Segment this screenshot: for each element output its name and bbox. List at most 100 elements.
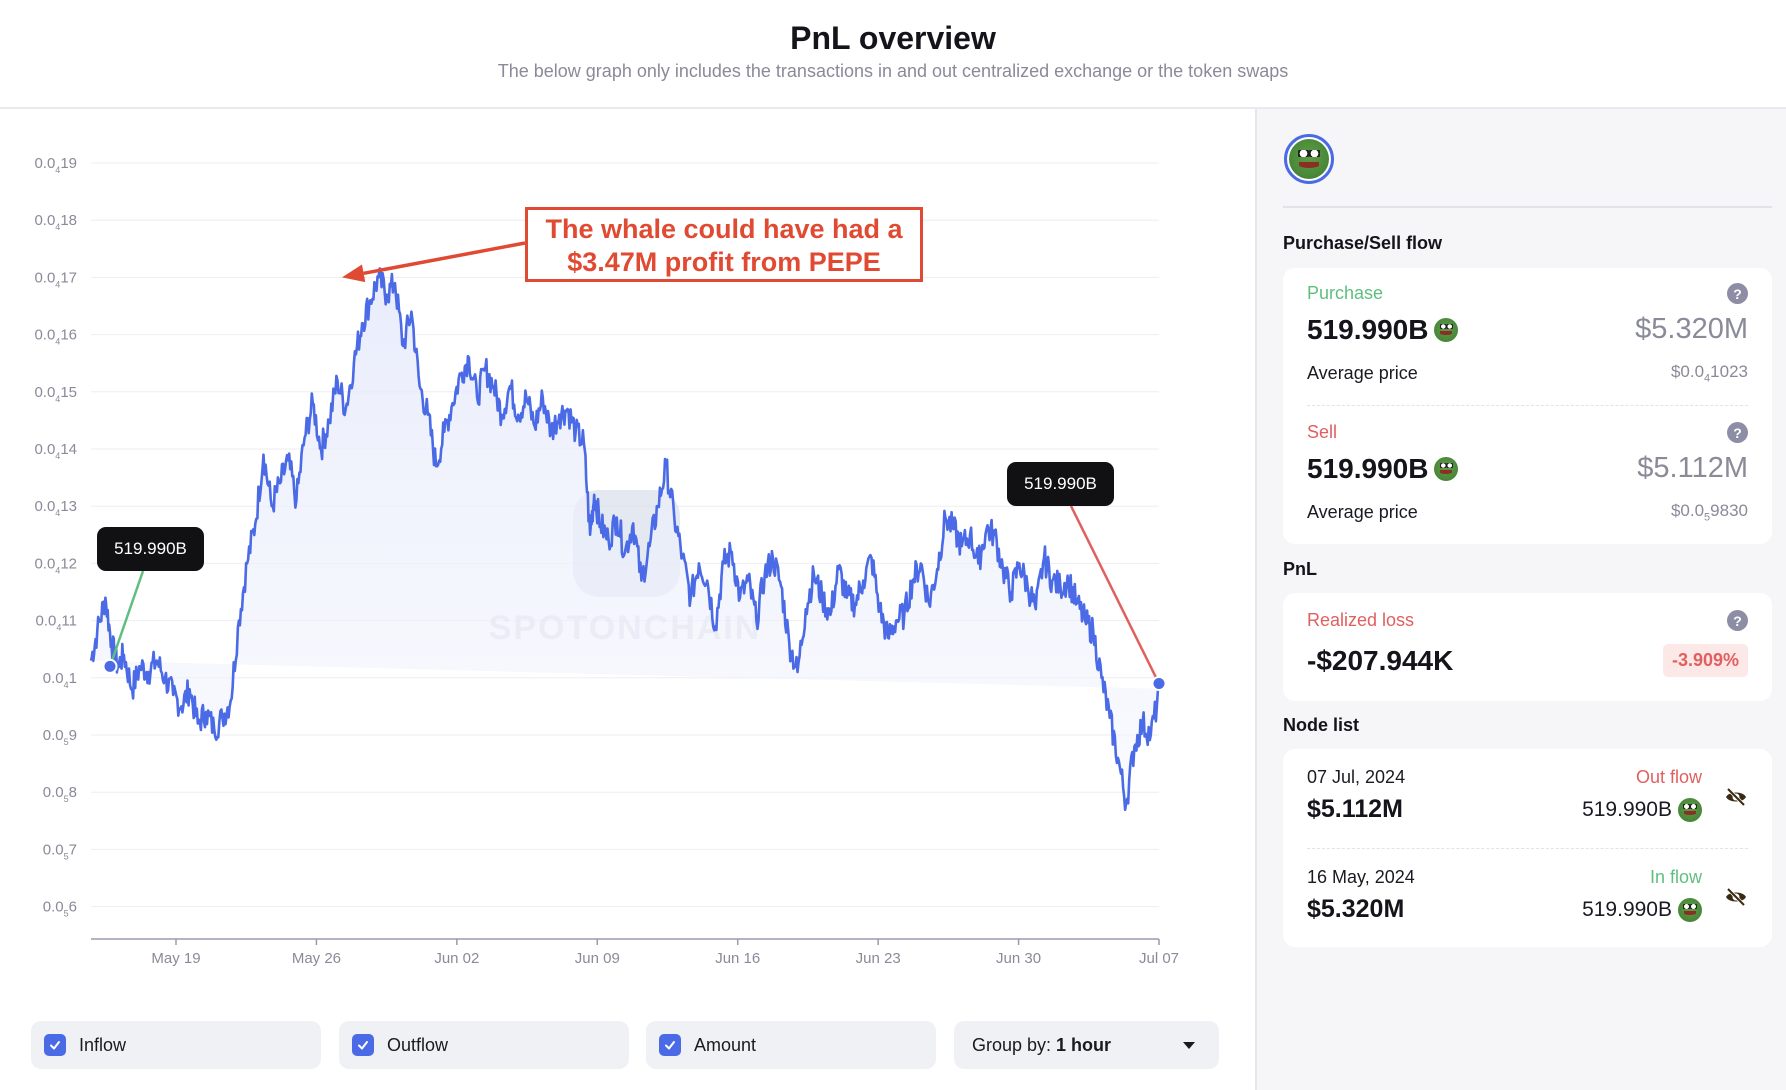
sell-label: Sell <box>1307 422 1338 442</box>
y-tick-label: 0.059 <box>43 727 77 747</box>
inflow-connector <box>108 570 145 667</box>
node-usd: $5.112M <box>1307 795 1403 823</box>
help-icon[interactable]: ? <box>1727 283 1748 304</box>
realized-loss-value: -$207.944K <box>1307 644 1454 676</box>
amount-toggle[interactable]: Amount <box>646 1021 936 1069</box>
group-by-text: Group by: 1 hour <box>972 1035 1111 1056</box>
outflow-label: Outflow <box>387 1034 449 1055</box>
amount-checkbox[interactable] <box>659 1034 681 1056</box>
node-amount: 519.990B <box>1582 797 1702 822</box>
node-list-title: Node list <box>1283 715 1360 735</box>
sell-amount-value: 519.990B <box>1307 452 1429 484</box>
y-tick-label: 0.0419 <box>34 155 77 175</box>
pepe-token-icon <box>1434 317 1459 342</box>
purchase-avg-price: $0.041023 <box>1670 362 1748 385</box>
pnl-card: Realized loss ? -$207.944K -3.909% <box>1283 593 1772 701</box>
help-icon[interactable]: ? <box>1727 610 1748 631</box>
node-flow-label: Out flow <box>1635 767 1702 787</box>
node-flow-label: In flow <box>1649 867 1702 887</box>
pepe-token-icon <box>1678 897 1702 922</box>
inflow-marker[interactable] <box>102 658 118 674</box>
group-by-value: 1 hour <box>1056 1034 1112 1055</box>
outflow-toggle[interactable]: Outflow <box>339 1021 629 1069</box>
pnl-percent-badge: -3.909% <box>1662 644 1748 677</box>
group-by-select[interactable]: Group by: 1 hour <box>954 1021 1219 1069</box>
page-subtitle: The below graph only includes the transa… <box>497 61 1289 81</box>
purchase-amount-value: 519.990B <box>1307 313 1429 345</box>
annotation-line-1: The whale could have had a <box>545 214 903 244</box>
checkmark-icon <box>665 1041 675 1050</box>
y-tick-label: 0.0418 <box>34 212 77 232</box>
card-separator <box>1307 405 1748 406</box>
y-tick-label: 0.057 <box>43 841 77 861</box>
node-amount: 519.990B <box>1582 897 1702 922</box>
sidebar: Purchase/Sell flow Purchase ? 519.990B $… <box>1255 109 1786 1090</box>
sell-amount: 519.990B <box>1307 452 1459 485</box>
realized-loss-label: Realized loss <box>1307 610 1415 630</box>
group-by-prefix: Group by: <box>972 1034 1057 1055</box>
sell-avg-price: $0.059830 <box>1670 501 1748 524</box>
annotation-line-2: $3.47M profit from PEPE <box>567 247 881 277</box>
page-title: PnL overview <box>790 20 996 56</box>
y-tick-label: 0.0413 <box>34 498 77 518</box>
annotation-box: The whale could have had a $3.47M profit… <box>525 207 923 282</box>
purchase-sell-card: Purchase ? 519.990B $5.320M Average pric… <box>1283 268 1772 544</box>
node-date: 07 Jul, 2024 <box>1307 767 1406 787</box>
caret-down-icon <box>1183 1041 1195 1049</box>
y-tick-label: 0.0412 <box>34 555 77 575</box>
x-tick-label: Jul 07 <box>1139 950 1179 967</box>
y-tick-label: 0.058 <box>43 784 77 804</box>
sell-avg-label: Average price <box>1307 501 1418 522</box>
page-header: PnL overview The below graph only includ… <box>0 0 1786 109</box>
pepe-token-icon <box>1678 797 1702 822</box>
sidebar-divider <box>1283 206 1772 208</box>
purchase-avg-label: Average price <box>1307 362 1418 383</box>
token-avatar[interactable] <box>1284 134 1334 184</box>
node-separator <box>1307 848 1748 849</box>
y-tick-label: 0.0411 <box>36 613 77 633</box>
pepe-token-icon <box>1434 456 1459 481</box>
outflow-checkbox[interactable] <box>352 1034 374 1056</box>
inflow-label: Inflow <box>79 1034 127 1055</box>
y-tick-label: 0.0415 <box>34 384 77 404</box>
chart-pane: 0.0419 0.0418 0.0417 0.0416 0.0415 0.0414 0.04… <box>0 109 1255 1090</box>
purchase-amount: 519.990B <box>1307 313 1459 346</box>
checkmark-icon <box>50 1041 60 1050</box>
x-tick-label: Jun 02 <box>434 950 479 967</box>
eye-off-icon[interactable] <box>1724 785 1748 809</box>
x-tick-label: Jun 09 <box>575 950 620 967</box>
x-axis-labels: May 19 May 26 Jun 02 Jun 09 Jun 16 Jun 23 Jun … <box>151 939 1179 967</box>
x-tick-label: May 26 <box>292 950 341 967</box>
annotation-arrow <box>363 241 526 276</box>
purchase-usd: $5.320M <box>1635 313 1748 345</box>
outflow-marker[interactable] <box>1151 676 1167 692</box>
x-tick-label: Jun 30 <box>996 950 1041 967</box>
inflow-tooltip: 519.990B <box>97 527 204 571</box>
y-tick-label: 0.0416 <box>34 327 77 347</box>
x-tick-label: May 19 <box>151 950 200 967</box>
help-icon[interactable]: ? <box>1727 422 1748 443</box>
sell-usd: $5.112M <box>1637 452 1748 484</box>
purchase-label: Purchase <box>1307 283 1384 303</box>
node-date: 16 May, 2024 <box>1307 867 1415 887</box>
annotation-arrowhead-icon <box>342 264 366 283</box>
eye-off-icon[interactable] <box>1724 885 1748 909</box>
pepe-token-icon <box>1289 139 1329 179</box>
pnl-title: PnL <box>1283 559 1317 579</box>
outflow-tooltip: 519.990B <box>1007 462 1114 506</box>
inflow-toggle[interactable]: Inflow <box>31 1021 321 1069</box>
amount-label: Amount <box>694 1034 757 1055</box>
y-tick-label: 0.0417 <box>34 269 77 289</box>
y-tick-label: 0.041 <box>43 670 77 690</box>
x-tick-label: Jun 16 <box>715 950 760 967</box>
chart-controls: Inflow Outflow Amount Group by: 1 hour <box>31 1021 1221 1069</box>
y-tick-label: 0.056 <box>43 899 77 919</box>
node-usd: $5.320M <box>1307 895 1405 923</box>
node-list-card: 07 Jul, 2024 Out flow $5.112M 519.990B 1… <box>1283 749 1772 947</box>
inflow-checkbox[interactable] <box>44 1034 66 1056</box>
y-axis-labels: 0.0419 0.0418 0.0417 0.0416 0.0415 0.0414 0.04… <box>34 155 77 919</box>
checkmark-icon <box>358 1041 368 1050</box>
x-tick-label: Jun 23 <box>856 950 901 967</box>
purchase-sell-title: Purchase/Sell flow <box>1283 233 1443 253</box>
y-tick-label: 0.0414 <box>34 441 77 461</box>
